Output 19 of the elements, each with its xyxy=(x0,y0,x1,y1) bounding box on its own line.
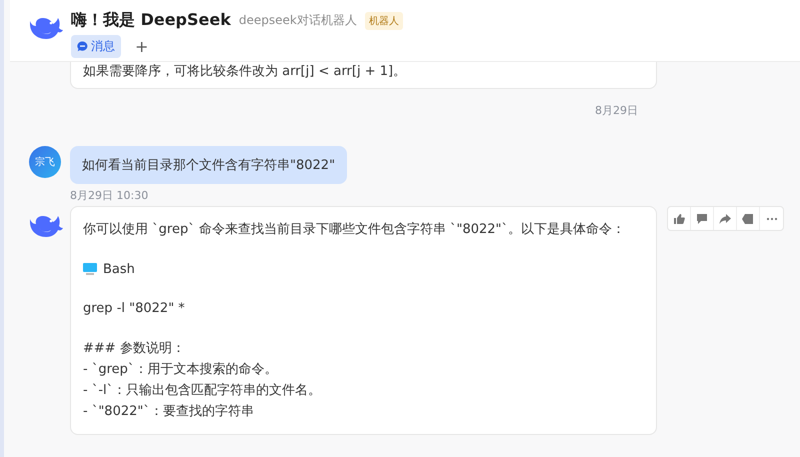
message-text: ### 参数说明： xyxy=(83,340,186,358)
date-divider: 8月29日 xyxy=(595,103,638,118)
message-text: - `"8022"`：要查找的字符串 xyxy=(83,403,255,421)
chat-title: 嗨！我是 DeepSeek xyxy=(71,10,231,31)
chat-subtitle: deepseek对话机器人 xyxy=(238,12,357,29)
message-tab[interactable]: 消息 xyxy=(71,35,121,58)
message-text: - `grep`：用于文本搜索的命令。 xyxy=(83,361,278,379)
code-language: Bash xyxy=(103,261,135,279)
message-time: 8月29日 10:30 xyxy=(70,188,150,203)
bot-badge: 机器人 xyxy=(364,12,403,30)
chat-bubble-icon xyxy=(77,41,88,52)
message-text: 如果需要降序，可将比较条件改为 arr[j] < arr[j + 1]。 xyxy=(83,63,408,80)
message-bubble: 如何看当前目录那个文件含有字符串"8022" xyxy=(70,146,348,184)
add-tab-button[interactable]: + xyxy=(129,37,154,56)
message-text: 你可以使用 `grep` 命令来查找当前目录下哪些文件包含字符串 `"8022"`。以下是具体命令： xyxy=(83,221,626,239)
message-text: - `-l`：只输出包含匹配字符串的文件名。 xyxy=(83,382,322,400)
user-avatar: 宗飞 xyxy=(29,146,61,178)
message-text: grep -l "8022" * xyxy=(83,300,186,318)
monitor-icon xyxy=(83,263,97,276)
